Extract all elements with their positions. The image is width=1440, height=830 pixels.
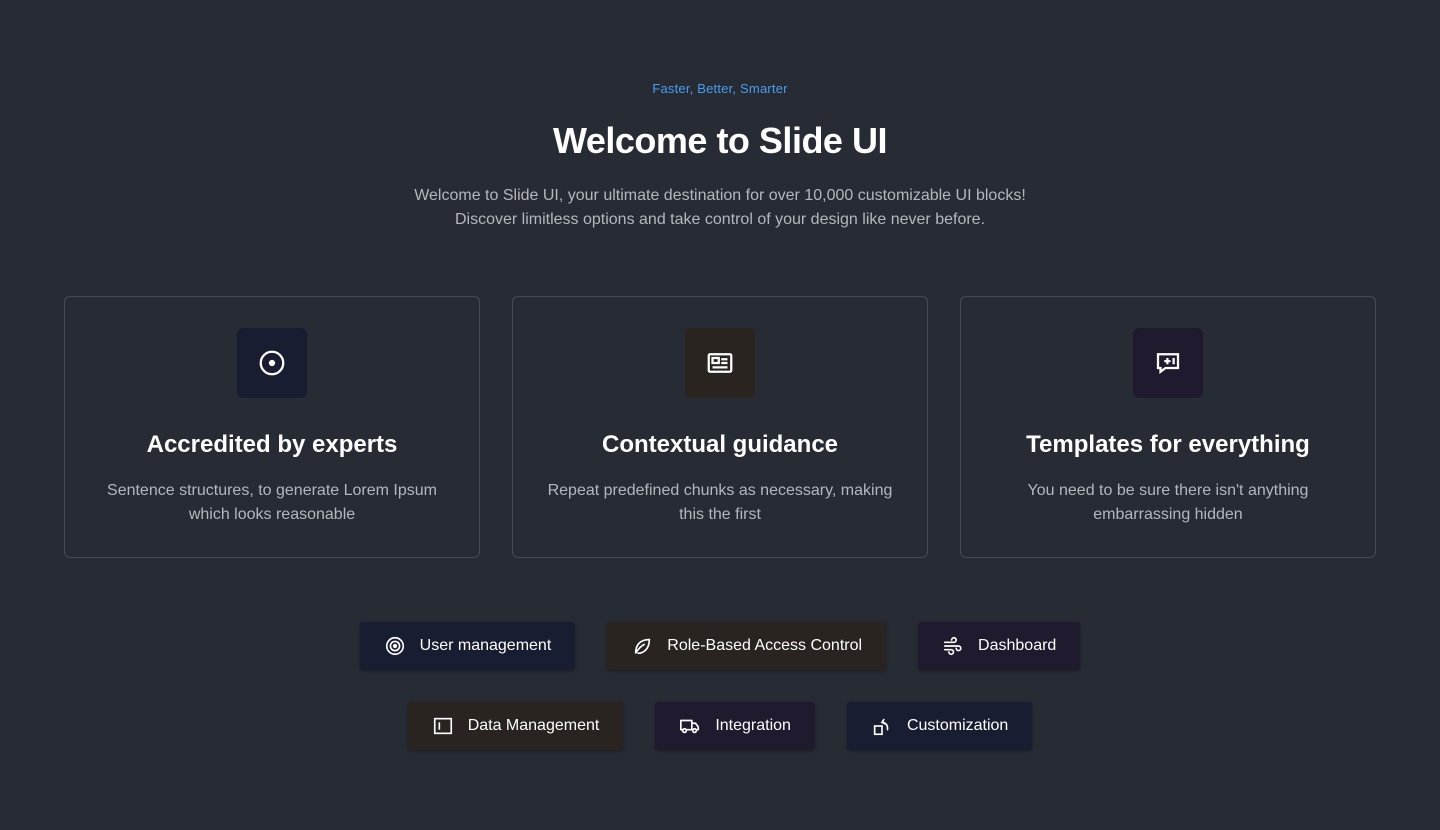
card-title: Contextual guidance (601, 431, 839, 458)
target-icon (259, 350, 285, 376)
card-accredited: Accredited by experts Sentence structure… (64, 296, 480, 558)
rbac-button[interactable]: Role-Based Access Control (607, 622, 887, 670)
feature-chips-row-1: User management Role-Based Access Contro… (0, 622, 1440, 670)
card-title: Accredited by experts (146, 431, 398, 458)
layout-sidebar-icon (433, 717, 452, 735)
card-description: Repeat predefined chunks as necessary, m… (547, 482, 893, 523)
truck-icon (680, 719, 700, 734)
chip-label: Integration (715, 717, 791, 734)
card-description: Sentence structures, to generate Lorem I… (107, 482, 437, 523)
page-title: Welcome to Slide UI (553, 120, 887, 161)
card-description: You need to be sure there isn't anything… (1027, 482, 1309, 523)
data-management-button[interactable]: Data Management (407, 702, 624, 750)
hero-subtitle: Welcome to Slide UI, your ultimate desti… (414, 187, 1026, 228)
user-management-button[interactable]: User management (359, 622, 576, 670)
chip-label: User management (419, 637, 552, 654)
feature-cards: Accredited by experts Sentence structure… (64, 296, 1376, 558)
target-icon (385, 636, 404, 656)
chip-label: Dashboard (978, 637, 1057, 654)
card-title: Templates for everything (1026, 431, 1310, 458)
transform-icon (873, 718, 889, 736)
news-icon (707, 353, 733, 373)
page: Faster, Better, Smarter Welcome to Slide… (0, 0, 1440, 830)
chip-label: Role-Based Access Control (667, 637, 863, 654)
dashboard-button[interactable]: Dashboard (918, 622, 1081, 670)
customization-button[interactable]: Customization (846, 702, 1033, 750)
card-templates: Templates for everything You need to be … (960, 296, 1376, 558)
chip-label: Data Management (467, 717, 600, 734)
hero-eyebrow: Faster, Better, Smarter (652, 81, 788, 96)
integration-button[interactable]: Integration (655, 702, 815, 750)
card-contextual: Contextual guidance Repeat predefined ch… (512, 296, 928, 558)
card-icon-box (1133, 328, 1203, 398)
feature-chips-row-2: Data Management Integration Customizatio… (0, 702, 1440, 750)
message-plus-icon (1156, 353, 1180, 374)
leaf-icon (635, 638, 651, 655)
card-icon-box (237, 328, 307, 398)
chip-label: Customization (906, 717, 1009, 734)
card-icon-box (685, 328, 755, 398)
wind-icon (943, 636, 962, 656)
